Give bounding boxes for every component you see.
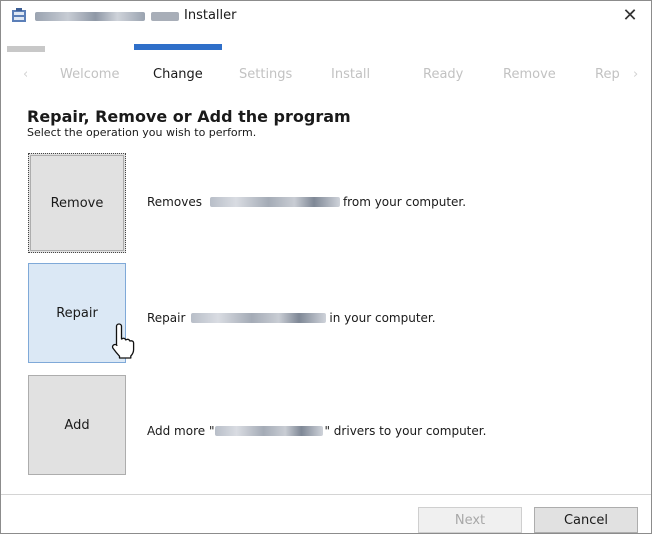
repair-desc-prefix: Repair (147, 311, 186, 325)
repair-button-label: Repair (56, 305, 98, 321)
redacted-product-name (209, 197, 340, 207)
add-desc-prefix: Add more " (147, 424, 215, 438)
step-welcome: Welcome (60, 67, 120, 82)
wizard-steps: ‹ Welcome Change Settings Install Ready … (1, 65, 651, 89)
chevron-left-icon[interactable]: ‹ (23, 67, 28, 82)
add-description: Add more " " drivers to your computer. (147, 424, 486, 438)
repair-desc-suffix: in your computer. (329, 311, 436, 325)
progress-indicator-current (134, 44, 222, 50)
next-button[interactable]: Next (418, 507, 522, 533)
repair-description: Repair in your computer. (147, 311, 436, 325)
progress-indicator-previous (7, 46, 45, 52)
add-button-label: Add (64, 417, 90, 433)
installer-app-icon (12, 8, 26, 22)
step-ready: Ready (423, 67, 464, 82)
step-remove: Remove (503, 67, 556, 82)
title-redacted-text (151, 12, 179, 21)
cancel-button[interactable]: Cancel (534, 507, 638, 533)
add-desc-suffix: " drivers to your computer. (324, 424, 487, 438)
step-repair: Rep (595, 67, 620, 82)
step-install: Install (331, 67, 371, 82)
redacted-product-name (191, 313, 327, 323)
installer-window: Installer ✕ ‹ Welcome Change Settings In… (0, 0, 652, 534)
title-redacted-text (35, 12, 145, 21)
chevron-right-icon[interactable]: › (633, 67, 638, 82)
title-bar: Installer ✕ (1, 1, 651, 31)
footer-divider (1, 494, 651, 495)
remove-button[interactable]: Remove (28, 153, 126, 253)
add-button[interactable]: Add (28, 375, 126, 475)
remove-description: Removes from your computer. (147, 195, 466, 209)
step-change: Change (153, 67, 203, 82)
page-subtitle: Select the operation you wish to perform… (27, 126, 257, 139)
remove-desc-suffix: from your computer. (342, 195, 467, 209)
step-progress-bar (1, 42, 651, 54)
remove-button-label: Remove (50, 195, 104, 211)
close-icon[interactable]: ✕ (615, 4, 645, 28)
window-title: Installer (184, 8, 237, 23)
step-settings: Settings (239, 67, 293, 82)
redacted-product-name (215, 426, 324, 436)
page-title: Repair, Remove or Add the program (27, 107, 351, 126)
remove-desc-prefix: Removes (147, 195, 202, 209)
mouse-pointer-icon (111, 323, 135, 359)
